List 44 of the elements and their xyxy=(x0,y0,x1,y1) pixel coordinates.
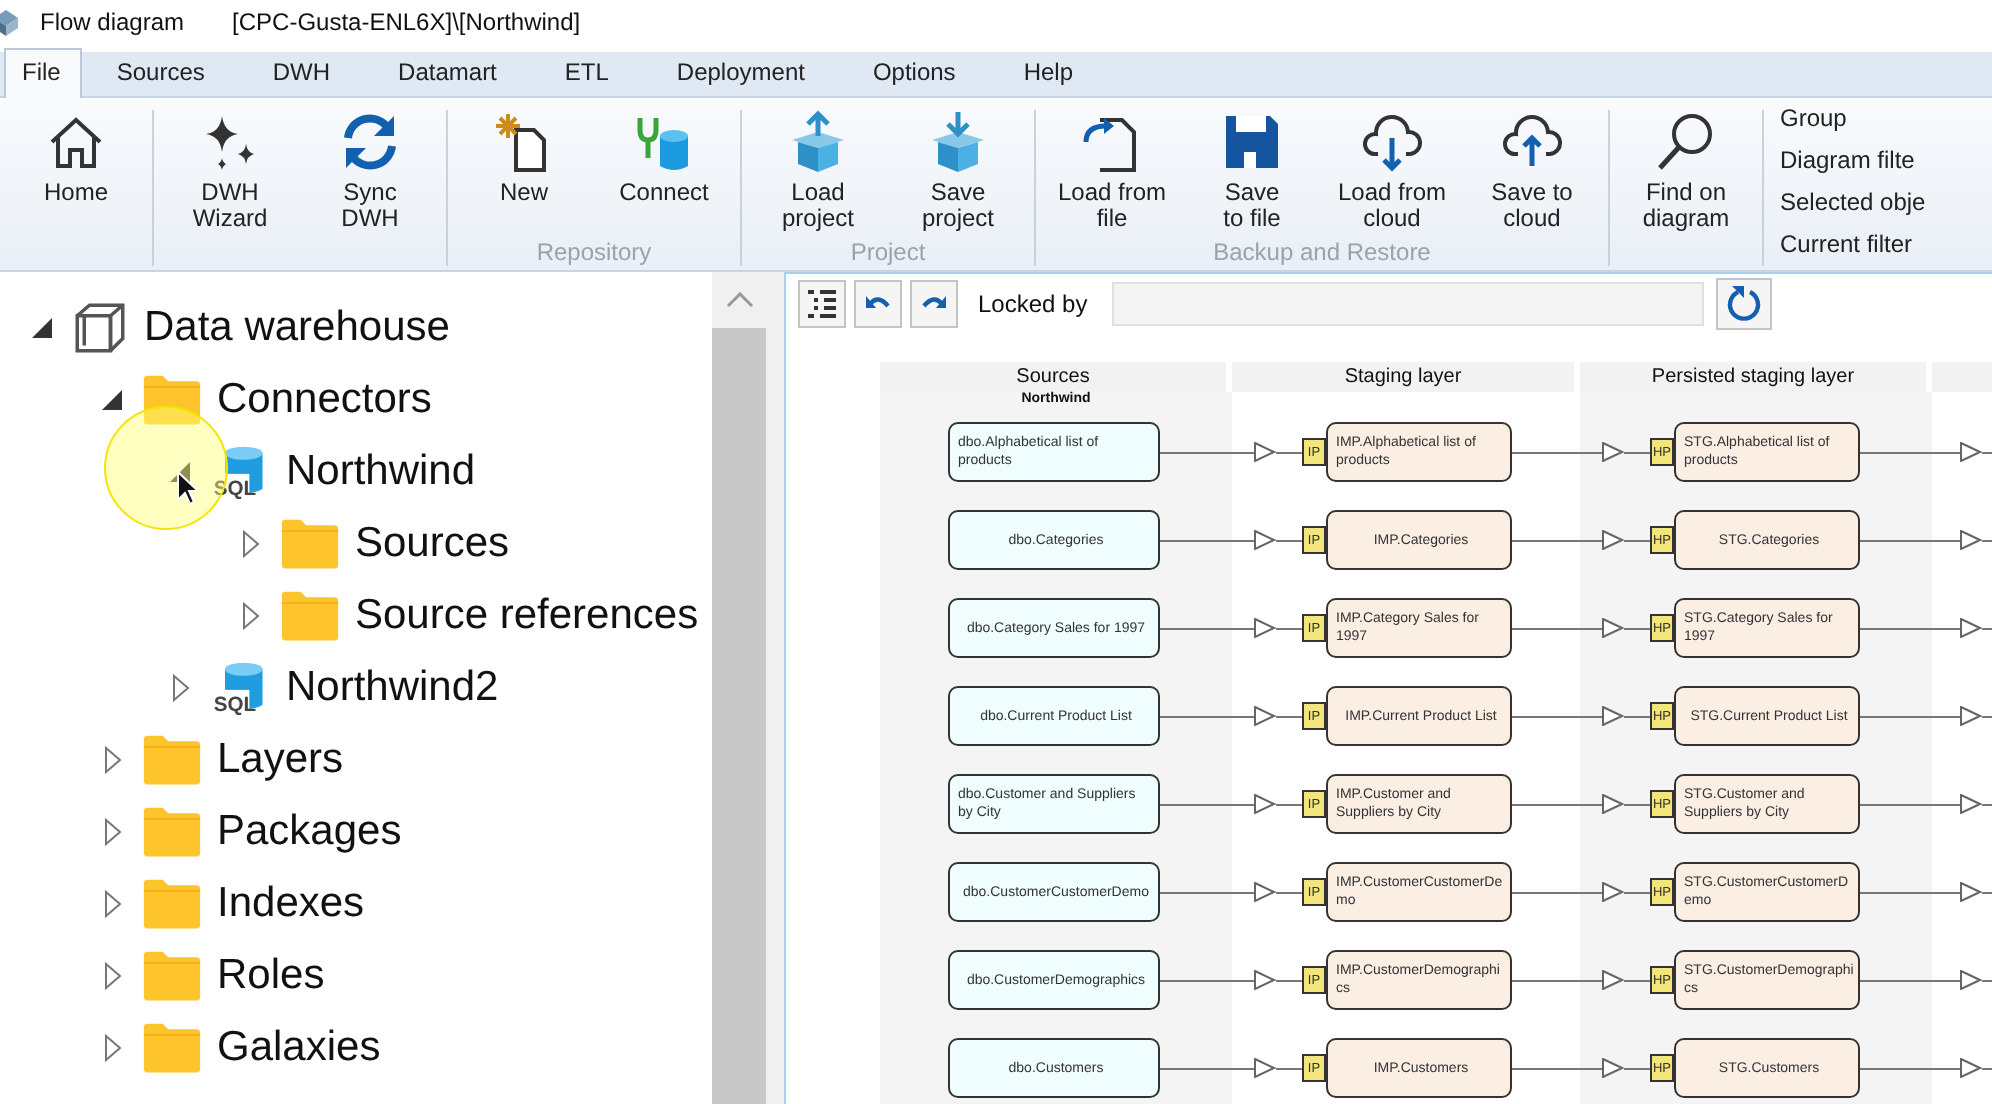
ribbon-button[interactable]: Save project xyxy=(890,110,1026,238)
tree-item-label[interactable]: Data warehouse xyxy=(144,304,450,352)
group-caption: Backup and Restore xyxy=(1213,238,1431,266)
ribbon-button[interactable]: Load project xyxy=(750,110,886,238)
tree-item-label[interactable]: Sources xyxy=(355,520,510,568)
ribbon-button[interactable]: Connect xyxy=(596,110,732,238)
ribbon-button[interactable]: Sync DWH xyxy=(302,110,438,238)
ribbon-tab[interactable]: DWH xyxy=(238,48,365,96)
ribbon-menu-item[interactable]: Selected obje xyxy=(1780,188,1926,216)
tree-item-label[interactable]: Connectors xyxy=(217,376,432,424)
ribbon-tab[interactable]: Deployment xyxy=(642,48,839,96)
ribbon-menu-item[interactable]: Group xyxy=(1780,104,1926,132)
tree-item-label[interactable]: Northwind xyxy=(286,448,476,496)
ribbon-button[interactable]: Save to file xyxy=(1184,110,1320,238)
tree-item-label[interactable]: Indexes xyxy=(217,880,365,928)
ribbon-tab[interactable]: Help xyxy=(989,48,1107,96)
tree-item-label[interactable]: Galaxies xyxy=(217,1024,381,1072)
ribbon-tab[interactable]: Sources xyxy=(82,48,239,96)
tree-item-label[interactable]: Packages xyxy=(217,808,402,856)
group-caption: Project xyxy=(850,238,926,266)
tree-item-label[interactable]: Northwind2 xyxy=(286,664,499,712)
ribbon-tab[interactable]: Datamart xyxy=(364,48,531,96)
locked-by-label: Locked by xyxy=(978,290,1088,318)
tree-item-label[interactable]: Roles xyxy=(217,952,325,1000)
ribbon-button[interactable]: Find on diagram xyxy=(1618,110,1754,238)
ribbon-tab[interactable]: ETL xyxy=(530,48,643,96)
window-title: Flow diagram xyxy=(40,8,185,36)
window-path: [CPC-Gusta-ENL6X]\[Northwind] xyxy=(232,8,581,36)
ribbon-button[interactable]: New xyxy=(456,110,592,238)
ribbon-button[interactable]: Load from file xyxy=(1044,110,1180,238)
ribbon-menu-item[interactable]: Diagram filte xyxy=(1780,146,1926,174)
group-caption: Repository xyxy=(536,238,652,266)
ribbon-menu-item[interactable]: Current filter xyxy=(1780,230,1926,258)
ribbon-button[interactable]: Home xyxy=(8,110,144,238)
ribbon-button[interactable]: DWH Wizard xyxy=(162,110,298,238)
ribbon-button[interactable]: Save to cloud xyxy=(1464,110,1600,238)
ribbon-button[interactable]: Load from cloud xyxy=(1324,110,1460,238)
tree-item-label[interactable]: Source references xyxy=(355,592,699,640)
ribbon-tab[interactable]: File xyxy=(4,48,83,98)
column-header: Staging layer xyxy=(1232,362,1574,392)
ribbon-tab[interactable]: Options xyxy=(838,48,990,96)
tree-item-label[interactable]: Layers xyxy=(217,736,344,784)
column-header: Sources xyxy=(880,362,1226,392)
column-header: Persisted staging layer xyxy=(1580,362,1926,392)
